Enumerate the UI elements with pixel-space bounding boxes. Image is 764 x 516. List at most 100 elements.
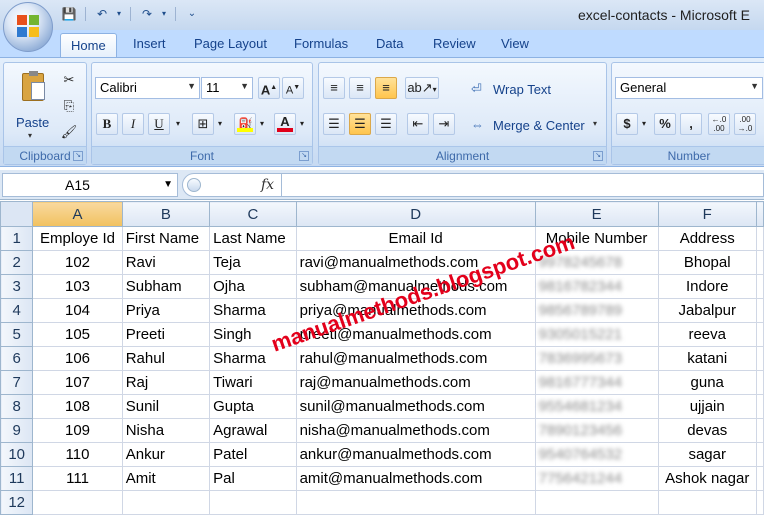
row-header[interactable]: 2 (0, 250, 34, 275)
top-align-icon[interactable]: ≡ (323, 77, 345, 99)
formula-grip-icon[interactable] (187, 178, 201, 192)
cell[interactable]: Sunil (121, 394, 211, 419)
cell[interactable]: rahul@manualmethods.com (295, 346, 536, 371)
percent-button[interactable]: % (654, 113, 676, 135)
cell[interactable]: ujjain (657, 394, 757, 419)
cell[interactable]: Raj (121, 370, 211, 395)
cell[interactable]: Jabalpur (657, 298, 757, 323)
cell[interactable]: guna (657, 370, 757, 395)
cell[interactable] (755, 418, 764, 443)
cell[interactable] (755, 394, 764, 419)
tab-page-layout[interactable]: Page Layout (194, 36, 267, 51)
cell-header-employe-id[interactable]: Employe Id (32, 226, 123, 251)
column-header-a[interactable]: A (32, 201, 123, 227)
cell[interactable]: 103 (32, 274, 123, 299)
currency-button[interactable]: $ (616, 113, 638, 135)
row-header[interactable]: 11 (0, 466, 34, 491)
column-header-f[interactable]: F (657, 201, 757, 227)
cell[interactable]: Sharma (209, 298, 297, 323)
column-header-g[interactable] (755, 201, 764, 227)
cell[interactable]: 9816777344 (534, 370, 659, 395)
decrease-indent-icon[interactable]: ⇤ (407, 113, 429, 135)
font-size-select[interactable]: 11 ▼ (201, 77, 253, 99)
name-box[interactable]: A15 ▼ (2, 173, 178, 197)
cell[interactable]: 105 (32, 322, 123, 347)
cell[interactable] (755, 322, 764, 347)
align-right-icon[interactable]: ☰ (375, 113, 397, 135)
cell[interactable]: Nisha (121, 418, 211, 443)
tab-data[interactable]: Data (376, 36, 403, 51)
grow-font-icon[interactable]: A▲ (258, 77, 280, 99)
cell[interactable]: ankur@manualmethods.com (295, 442, 536, 467)
cell[interactable]: Teja (209, 250, 297, 275)
formula-input[interactable] (282, 173, 764, 197)
cell[interactable]: sunil@manualmethods.com (295, 394, 536, 419)
cell[interactable] (755, 442, 764, 467)
cell[interactable]: 108 (32, 394, 123, 419)
cut-icon[interactable]: ✂ (58, 69, 80, 91)
cell[interactable]: Ojha (209, 274, 297, 299)
undo-dropdown-icon[interactable]: ▾ (115, 6, 123, 22)
cell[interactable]: Gupta (209, 394, 297, 419)
cell[interactable]: Bhopal (657, 250, 757, 275)
cell-header-email-id[interactable]: Email Id (295, 226, 536, 251)
cell[interactable]: sagar (657, 442, 757, 467)
cell[interactable]: Indore (657, 274, 757, 299)
cell[interactable]: amit@manualmethods.com (295, 466, 536, 491)
paste-button[interactable]: Paste ▾ (16, 69, 52, 140)
cell[interactable]: Amit (121, 466, 211, 491)
cell[interactable]: 9816782344 (534, 274, 659, 299)
save-icon[interactable]: 💾 (60, 6, 78, 22)
cell[interactable]: nisha@manualmethods.com (295, 418, 536, 443)
cell[interactable] (755, 346, 764, 371)
cell[interactable]: 104 (32, 298, 123, 323)
cell[interactable] (657, 490, 757, 515)
row-header[interactable]: 4 (0, 298, 34, 323)
undo-icon[interactable]: ↶ (93, 6, 111, 22)
row-header[interactable]: 8 (0, 394, 34, 419)
cell[interactable] (755, 370, 764, 395)
cell[interactable]: Patel (209, 442, 297, 467)
cell[interactable]: 9305015221 (534, 322, 659, 347)
row-header[interactable]: 3 (0, 274, 34, 299)
cell[interactable]: 107 (32, 370, 123, 395)
align-center-icon[interactable]: ☰ (349, 113, 371, 135)
cell[interactable]: 109 (32, 418, 123, 443)
cell-header-last-name[interactable]: Last Name (209, 226, 297, 251)
cell[interactable] (755, 250, 764, 275)
cell[interactable]: 110 (32, 442, 123, 467)
bold-button[interactable]: B (96, 113, 118, 135)
cell[interactable]: 9856789789 (534, 298, 659, 323)
row-header[interactable]: 6 (0, 346, 34, 371)
cell[interactable] (755, 226, 764, 251)
cell[interactable]: 9554681234 (534, 394, 659, 419)
cell[interactable]: Subham (121, 274, 211, 299)
row-header[interactable]: 12 (0, 490, 34, 515)
cell[interactable]: reeva (657, 322, 757, 347)
italic-button[interactable]: I (122, 113, 144, 135)
row-header[interactable]: 9 (0, 418, 34, 443)
shrink-font-icon[interactable]: A▼ (282, 77, 304, 99)
cell[interactable] (755, 490, 764, 515)
column-header-d[interactable]: D (295, 201, 536, 227)
cell[interactable] (32, 490, 123, 515)
redo-icon[interactable]: ↷ (138, 6, 156, 22)
cell[interactable]: Priya (121, 298, 211, 323)
borders-icon[interactable]: ⊞ (192, 113, 214, 135)
cell[interactable]: Preeti (121, 322, 211, 347)
select-all-corner[interactable] (0, 201, 34, 227)
currency-dropdown-icon[interactable]: ▾ (638, 113, 650, 135)
cell[interactable]: 102 (32, 250, 123, 275)
tab-review[interactable]: Review (433, 36, 476, 51)
cell[interactable] (755, 298, 764, 323)
tab-formulas[interactable]: Formulas (294, 36, 348, 51)
alignment-dialog-launcher[interactable]: ↘ (593, 151, 603, 161)
fill-color-icon[interactable]: ⛽ (234, 113, 256, 135)
cell[interactable]: Pal (209, 466, 297, 491)
cell[interactable]: Ashok nagar (657, 466, 757, 491)
copy-icon[interactable]: ⎘ (58, 95, 80, 117)
customize-qat-icon[interactable]: ⌄ (183, 6, 201, 22)
cell-header-first-name[interactable]: First Name (121, 226, 211, 251)
column-header-e[interactable]: E (534, 201, 659, 227)
align-left-icon[interactable]: ☰ (323, 113, 345, 135)
